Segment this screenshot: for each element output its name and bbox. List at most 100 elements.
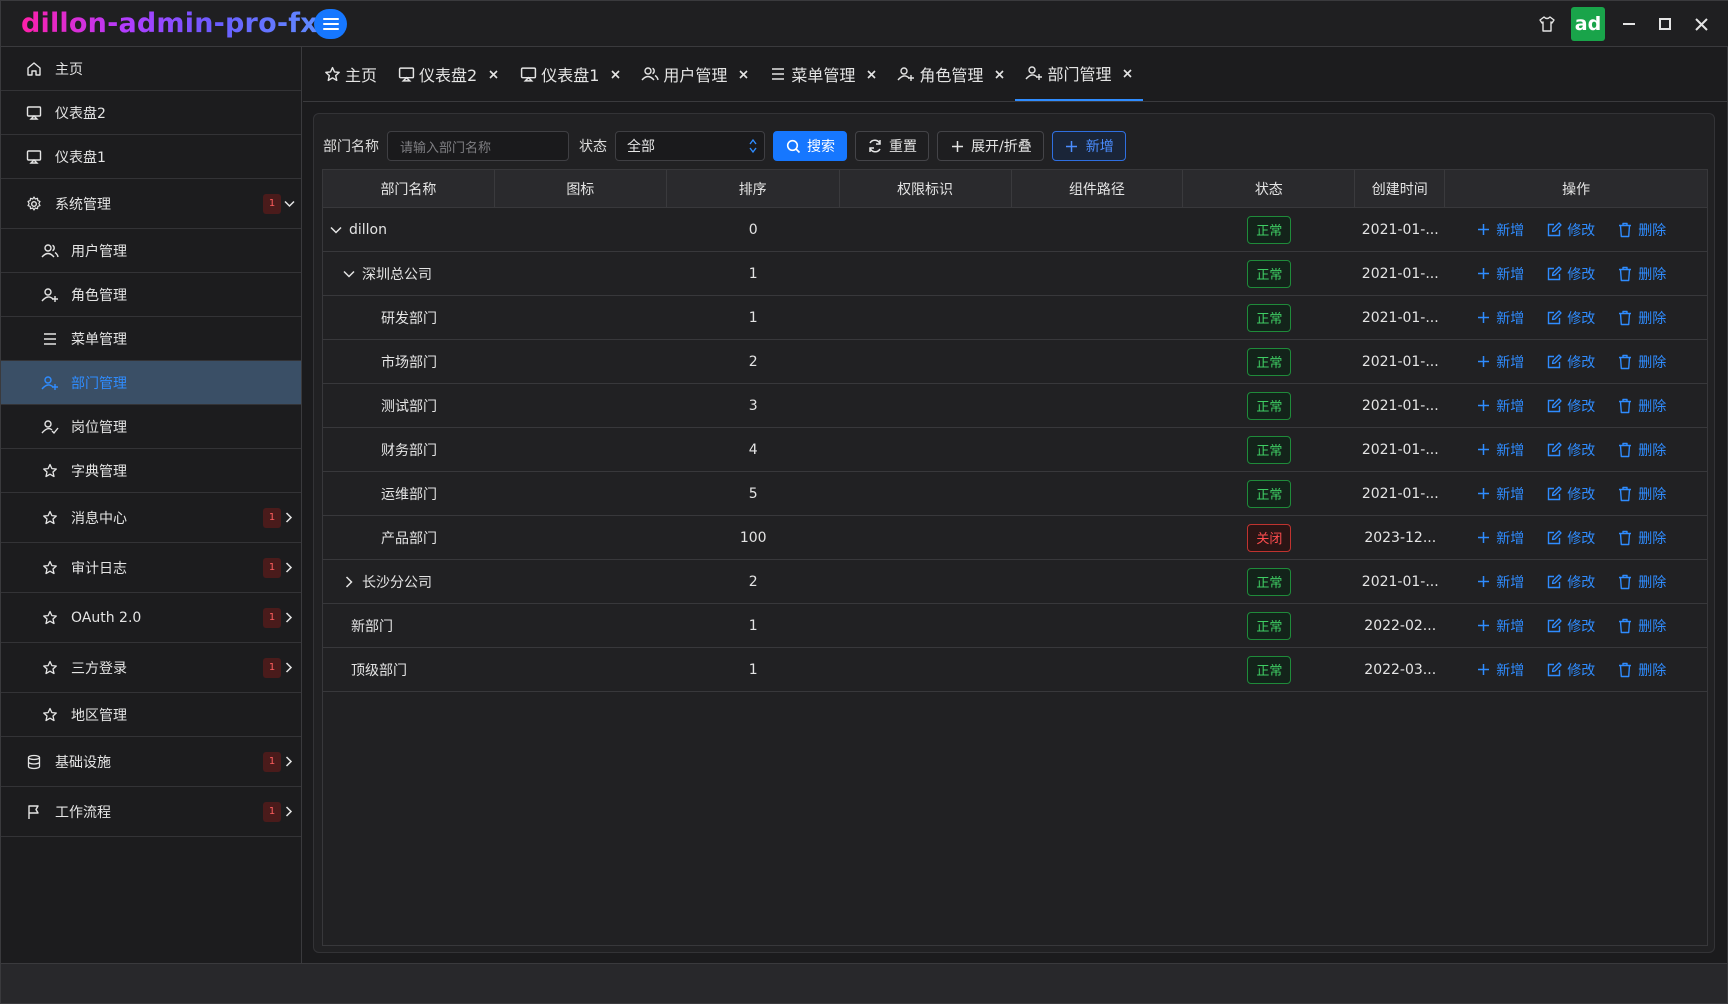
row-edit-button[interactable]: 修改 bbox=[1546, 660, 1595, 680]
sidebar-item-workflow[interactable]: 工作流程 1 bbox=[1, 787, 301, 837]
sidebar-item-dashboard1[interactable]: 仪表盘1 bbox=[1, 135, 301, 179]
table-row[interactable]: 测试部门 3 正常 2021-01-... 新增 修改 删除 bbox=[323, 384, 1707, 428]
row-edit-button[interactable]: 修改 bbox=[1546, 440, 1595, 460]
table-row[interactable]: 顶级部门 1 正常 2022-03... 新增 修改 删除 bbox=[323, 648, 1707, 692]
row-edit-button[interactable]: 修改 bbox=[1546, 616, 1595, 636]
sidebar-item-users[interactable]: 用户管理 bbox=[1, 229, 301, 273]
column-header[interactable]: 图标 bbox=[495, 170, 667, 207]
sidebar-item-audit-log[interactable]: 审计日志 1 bbox=[1, 543, 301, 593]
row-edit-button[interactable]: 修改 bbox=[1546, 396, 1595, 416]
sidebar-item-messages[interactable]: 消息中心 1 bbox=[1, 493, 301, 543]
users-icon bbox=[641, 65, 660, 83]
tab-users[interactable]: 用户管理 bbox=[631, 47, 759, 101]
column-header[interactable]: 部门名称 bbox=[323, 170, 495, 207]
chevron-down-icon[interactable] bbox=[329, 223, 343, 237]
row-delete-button[interactable]: 删除 bbox=[1617, 220, 1666, 240]
sidebar-item-roles[interactable]: 角色管理 bbox=[1, 273, 301, 317]
row-delete-button[interactable]: 删除 bbox=[1617, 352, 1666, 372]
table-row[interactable]: 深圳总公司 1 正常 2021-01-... 新增 修改 删除 bbox=[323, 252, 1707, 296]
close-icon[interactable] bbox=[865, 68, 877, 80]
row-add-button[interactable]: 新增 bbox=[1475, 572, 1524, 592]
row-add-button[interactable]: 新增 bbox=[1475, 264, 1524, 284]
column-header[interactable]: 排序 bbox=[667, 170, 840, 207]
close-icon[interactable] bbox=[737, 68, 749, 80]
status-select[interactable]: 全部 bbox=[615, 131, 765, 161]
add-department-button[interactable]: 新增 bbox=[1051, 131, 1126, 161]
close-icon[interactable] bbox=[993, 68, 1005, 80]
maximize-button[interactable] bbox=[1647, 6, 1683, 42]
table-row[interactable]: 运维部门 5 正常 2021-01-... 新增 修改 删除 bbox=[323, 472, 1707, 516]
tab-dashboard2[interactable]: 仪表盘2 bbox=[387, 47, 509, 101]
row-delete-button[interactable]: 删除 bbox=[1617, 660, 1666, 680]
row-add-button[interactable]: 新增 bbox=[1475, 660, 1524, 680]
chevron-right-icon[interactable] bbox=[342, 575, 356, 589]
reset-button[interactable]: 重置 bbox=[855, 131, 929, 161]
search-button[interactable]: 搜索 bbox=[773, 131, 847, 161]
row-add-button[interactable]: 新增 bbox=[1475, 352, 1524, 372]
sidebar-item-departments[interactable]: 部门管理 bbox=[1, 361, 301, 405]
sidebar-item-menus[interactable]: 菜单管理 bbox=[1, 317, 301, 361]
row-edit-button[interactable]: 修改 bbox=[1546, 352, 1595, 372]
row-edit-button[interactable]: 修改 bbox=[1546, 264, 1595, 284]
tab-dashboard1[interactable]: 仪表盘1 bbox=[509, 47, 631, 101]
sidebar-item-system[interactable]: 系统管理 1 bbox=[1, 179, 301, 229]
row-delete-button[interactable]: 删除 bbox=[1617, 440, 1666, 460]
sidebar-item-regions[interactable]: 地区管理 bbox=[1, 693, 301, 737]
close-icon[interactable] bbox=[609, 68, 621, 80]
sidebar-item-home[interactable]: 主页 bbox=[1, 47, 301, 91]
column-header[interactable]: 创建时间 bbox=[1355, 170, 1446, 207]
row-add-button[interactable]: 新增 bbox=[1475, 528, 1524, 548]
created-time-cell: 2023-12... bbox=[1364, 529, 1437, 546]
dept-name-input[interactable]: 请输入部门名称 bbox=[387, 131, 569, 161]
tab-home[interactable]: 主页 bbox=[313, 47, 387, 101]
column-header[interactable]: 组件路径 bbox=[1012, 170, 1184, 207]
row-add-button[interactable]: 新增 bbox=[1475, 616, 1524, 636]
tab-menus[interactable]: 菜单管理 bbox=[759, 47, 887, 101]
close-window-button[interactable] bbox=[1683, 6, 1719, 42]
sidebar-item-dashboard2[interactable]: 仪表盘2 bbox=[1, 91, 301, 135]
table-row[interactable]: dillon 0 正常 2021-01-... 新增 修改 删除 bbox=[323, 208, 1707, 252]
table-row[interactable]: 长沙分公司 2 正常 2021-01-... 新增 修改 删除 bbox=[323, 560, 1707, 604]
table-row[interactable]: 市场部门 2 正常 2021-01-... 新增 修改 删除 bbox=[323, 340, 1707, 384]
table-row[interactable]: 新部门 1 正常 2022-02... 新增 修改 删除 bbox=[323, 604, 1707, 648]
row-delete-button[interactable]: 删除 bbox=[1617, 616, 1666, 636]
row-edit-button[interactable]: 修改 bbox=[1546, 220, 1595, 240]
row-add-button[interactable]: 新增 bbox=[1475, 396, 1524, 416]
table-row[interactable]: 研发部门 1 正常 2021-01-... 新增 修改 删除 bbox=[323, 296, 1707, 340]
table-row[interactable]: 财务部门 4 正常 2021-01-... 新增 修改 删除 bbox=[323, 428, 1707, 472]
sidebar-item-infrastructure[interactable]: 基础设施 1 bbox=[1, 737, 301, 787]
row-edit-button[interactable]: 修改 bbox=[1546, 484, 1595, 504]
row-add-button[interactable]: 新增 bbox=[1475, 220, 1524, 240]
row-edit-button[interactable]: 修改 bbox=[1546, 528, 1595, 548]
row-delete-button[interactable]: 删除 bbox=[1617, 308, 1666, 328]
column-header[interactable]: 权限标识 bbox=[840, 170, 1012, 207]
theme-button[interactable] bbox=[1529, 6, 1565, 42]
row-add-button[interactable]: 新增 bbox=[1475, 484, 1524, 504]
sidebar-item-posts[interactable]: 岗位管理 bbox=[1, 405, 301, 449]
row-delete-button[interactable]: 删除 bbox=[1617, 528, 1666, 548]
sidebar-item-third-party-login[interactable]: 三方登录 1 bbox=[1, 643, 301, 693]
tab-roles[interactable]: 角色管理 bbox=[887, 47, 1015, 101]
avatar[interactable]: ad bbox=[1571, 7, 1605, 41]
row-add-button[interactable]: 新增 bbox=[1475, 440, 1524, 460]
sidebar-item-dictionary[interactable]: 字典管理 bbox=[1, 449, 301, 493]
icon-cell bbox=[495, 296, 667, 339]
row-delete-button[interactable]: 删除 bbox=[1617, 396, 1666, 416]
row-add-button[interactable]: 新增 bbox=[1475, 308, 1524, 328]
close-icon[interactable] bbox=[1121, 67, 1133, 79]
row-delete-button[interactable]: 删除 bbox=[1617, 264, 1666, 284]
expand-collapse-button[interactable]: 展开/折叠 bbox=[937, 131, 1044, 161]
row-edit-button[interactable]: 修改 bbox=[1546, 308, 1595, 328]
row-edit-button[interactable]: 修改 bbox=[1546, 572, 1595, 592]
column-header[interactable]: 状态 bbox=[1183, 170, 1356, 207]
menu-toggle-button[interactable] bbox=[314, 9, 347, 39]
tab-departments[interactable]: 部门管理 bbox=[1015, 47, 1144, 101]
table-row[interactable]: 产品部门 100 关闭 2023-12... 新增 修改 删除 bbox=[323, 516, 1707, 560]
chevron-down-icon[interactable] bbox=[342, 267, 356, 281]
close-icon[interactable] bbox=[487, 68, 499, 80]
sidebar-item-oauth[interactable]: OAuth 2.0 1 bbox=[1, 593, 301, 643]
column-header[interactable]: 操作 bbox=[1445, 170, 1707, 207]
row-delete-button[interactable]: 删除 bbox=[1617, 484, 1666, 504]
minimize-button[interactable] bbox=[1611, 6, 1647, 42]
row-delete-button[interactable]: 删除 bbox=[1617, 572, 1666, 592]
